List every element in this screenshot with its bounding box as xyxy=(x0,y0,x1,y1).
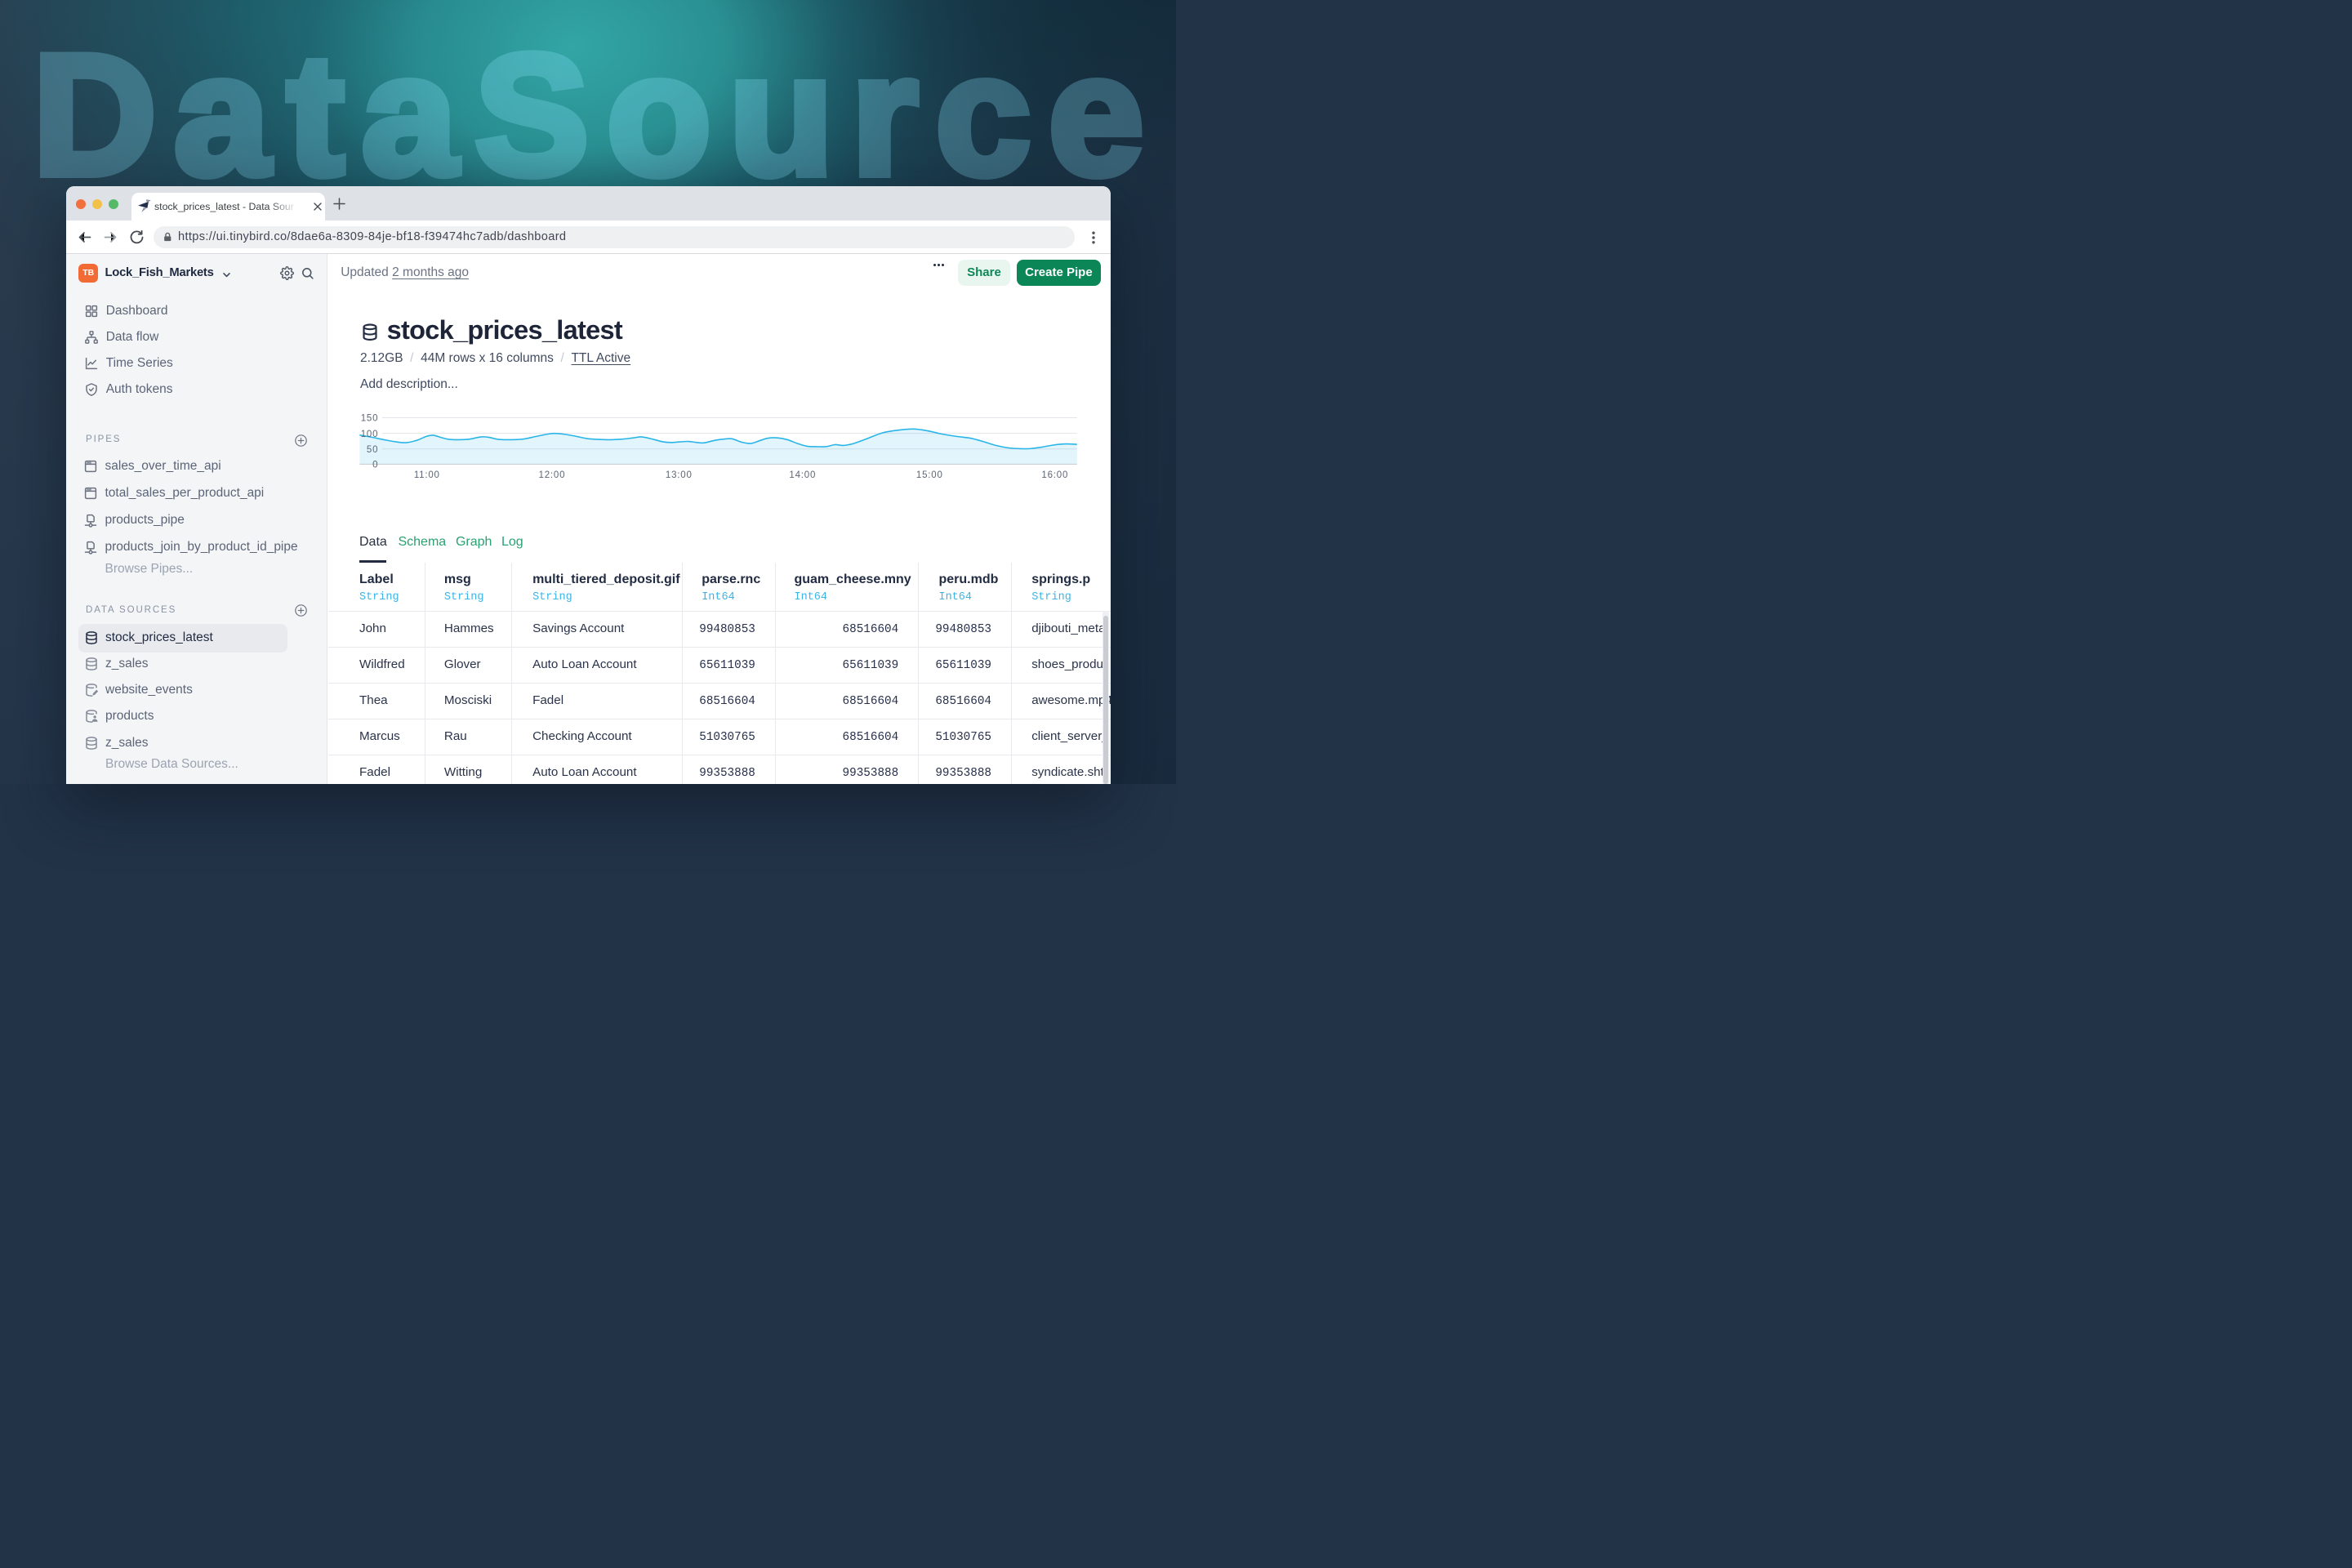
svg-text:11:00: 11:00 xyxy=(414,470,440,480)
svg-text:13:00: 13:00 xyxy=(666,470,693,480)
svg-text:150: 150 xyxy=(360,414,378,424)
svg-text:0: 0 xyxy=(372,461,378,470)
svg-text:100: 100 xyxy=(360,430,378,439)
svg-text:50: 50 xyxy=(367,445,378,455)
svg-text:14:00: 14:00 xyxy=(789,470,816,480)
svg-text:12:00: 12:00 xyxy=(538,470,565,480)
svg-text:16:00: 16:00 xyxy=(1041,470,1068,480)
svg-text:15:00: 15:00 xyxy=(916,470,943,480)
